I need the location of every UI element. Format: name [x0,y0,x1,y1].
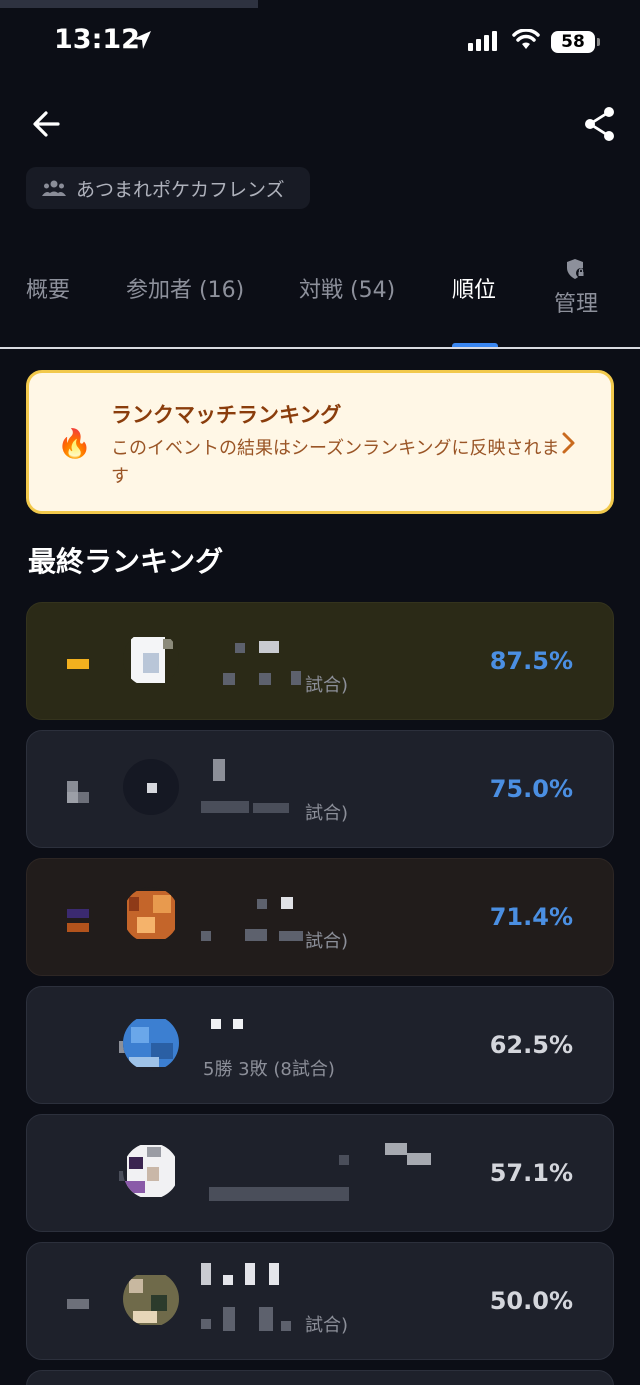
player-name-masked [207,887,407,913]
rank-badge [67,781,91,803]
ranking-row[interactable]: 試合) 75.0% [26,730,614,848]
tab-admin-label: 管理 [553,292,598,317]
tab-admin[interactable]: 管理 [552,258,600,318]
group-name: あつまれポケカフレンズ [76,178,285,201]
player-name-masked [207,1015,407,1041]
group-people-icon [42,180,66,196]
fire-icon: 🔥 [57,427,92,460]
cellular-signal-icon [468,31,497,51]
ranking-row-partial[interactable] [26,1370,614,1385]
win-rate: 57.1% [489,1159,573,1187]
ranking-row[interactable]: 57.1% [26,1114,614,1232]
win-rate: 62.5% [489,1031,573,1059]
win-rate: 71.4% [489,903,573,931]
shield-lock-icon [567,259,586,279]
avatar [123,1143,179,1199]
ranking-row[interactable]: 5勝 3敗 (8試合) 62.5% [26,986,614,1104]
share-icon[interactable] [580,104,620,144]
banner-description: このイベントの結果はシーズンランキングに反映されます [111,438,560,487]
rank-badge [67,1037,129,1059]
status-time: 13:12 [54,24,140,55]
ranking-row[interactable]: 試合) 50.0% [26,1242,614,1360]
win-rate: 75.0% [489,775,573,803]
tab-overview[interactable]: 概要 [26,272,70,304]
player-record: 試合) [305,1315,349,1336]
group-chip[interactable]: あつまれポケカフレンズ [26,167,310,209]
rank-badge [67,1165,129,1187]
section-title-final-ranking: 最終ランキング [28,545,224,578]
tab-bar: 概要 参加者 (16) 対戦 (54) 順位 管理 [0,250,640,348]
player-name-masked [207,759,407,785]
rank-badge [67,1293,91,1315]
avatar [123,1015,179,1071]
location-arrow-icon [133,31,151,49]
avatar [123,1271,179,1327]
battery-indicator: 58 [551,31,600,53]
tab-participants[interactable]: 参加者 (16) [126,272,244,304]
win-rate: 87.5% [489,647,573,675]
tabs-divider [0,347,640,349]
player-record: 試合) [305,803,349,824]
player-name-masked [207,631,407,657]
ranking-row[interactable]: 試合) 71.4% [26,858,614,976]
rank-badge [67,909,91,932]
chevron-right-icon [562,432,575,454]
rank-badge [67,653,91,675]
win-rate: 50.0% [489,1287,573,1315]
tab-rankings[interactable]: 順位 [452,272,496,304]
wifi-icon [512,29,540,49]
player-record: 試合) [305,675,349,696]
tab-matches[interactable]: 対戦 (54) [299,272,395,304]
player-name-masked [207,1143,431,1169]
ranking-row[interactable]: 試合) 87.5% [26,602,614,720]
status-bar: 13:12 58 [0,0,640,88]
banner-title: ランクマッチランキング [111,403,342,427]
player-record: 5勝 3敗 (8試合) [203,1059,335,1080]
rank-match-banner[interactable]: 🔥 ランクマッチランキング このイベントの結果はシーズンランキングに反映されます [26,370,614,514]
back-arrow-icon[interactable] [28,104,68,144]
avatar [123,759,179,815]
avatar [123,631,179,687]
player-name-masked [201,1263,407,1297]
avatar [123,887,179,943]
player-record: 試合) [305,931,349,952]
